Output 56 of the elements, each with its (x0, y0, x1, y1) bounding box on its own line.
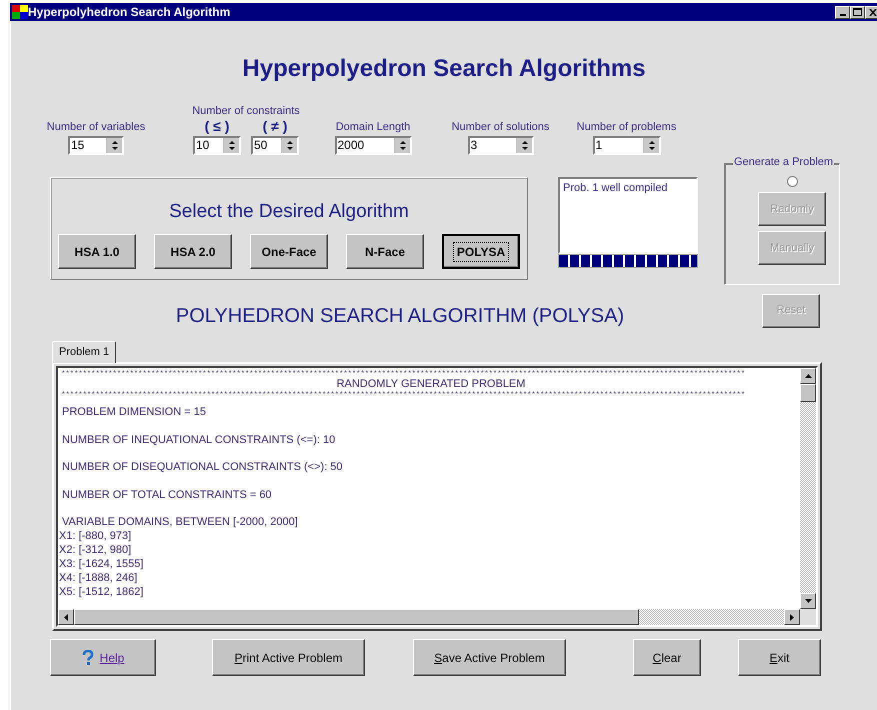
app-heading: Hyperpolyedron Search Algorithms (241, 54, 647, 84)
horizontal-scrollbar[interactable] (58, 609, 800, 625)
right-arrow-icon[interactable] (790, 614, 794, 620)
minimize-button[interactable] (835, 6, 850, 18)
spin-box[interactable]: 3 (468, 136, 534, 155)
field-label: Number of problems (576, 121, 676, 134)
scroll-thumb[interactable] (800, 384, 816, 402)
action-button[interactable]: Print Active Problem (212, 639, 365, 676)
algorithm-button[interactable]: One-Face (250, 234, 328, 269)
vertical-scrollbar[interactable] (800, 368, 816, 609)
spin-box[interactable]: 2000 (334, 136, 412, 155)
up-arrow-icon[interactable] (804, 374, 812, 378)
algorithm-title: POLYHEDRON SEARCH ALGORITHM (POLYSA) (174, 304, 626, 328)
algorithm-button[interactable]: HSA 1.0 (58, 234, 136, 269)
field-label: Number of variables (46, 121, 146, 134)
output-line: NUMBER OF DISEQUATIONAL CONSTRAINTS (<>): 50 (62, 460, 344, 474)
algorithm-button[interactable]: N-Face (346, 234, 424, 269)
maximize-icon (853, 8, 862, 16)
window-title: Hyperpolyhedron Search Algorithm (28, 4, 230, 21)
action-button[interactable]: Clear (633, 639, 701, 676)
tab[interactable]: Problem 1 (52, 341, 116, 363)
action-button[interactable]: Exit (738, 639, 821, 676)
left-arrow-icon[interactable] (64, 614, 68, 620)
panel-title: Select the Desired Algorithm (169, 200, 409, 224)
action-button[interactable]: Save Active Problem (413, 639, 566, 676)
list-item: Prob. 1 well compiled (563, 181, 669, 196)
field-label: ( ≠ ) (262, 118, 288, 134)
spin-box[interactable]: 1 (592, 136, 660, 155)
maximize-button[interactable] (850, 6, 865, 18)
spin-box[interactable]: 50 (251, 136, 299, 155)
close-button[interactable] (865, 6, 877, 18)
output-line: NUMBER OF TOTAL CONSTRAINTS = 60 (62, 488, 273, 502)
output-line: PROBLEM DIMENSION = 15 (62, 405, 207, 419)
output-line: X2: [-312, 980] (59, 543, 132, 557)
field-label: Number of constraints (192, 105, 300, 118)
help-button[interactable]: Help (50, 639, 156, 676)
output-heading: RANDOMLY GENERATED PROBLEM (336, 377, 526, 391)
output-line: X3: [-1624, 1555] (59, 557, 144, 571)
field-label: Number of solutions (452, 121, 550, 134)
radio-button[interactable] (786, 176, 798, 187)
app-icon (12, 5, 28, 19)
field-label: ( ≤ ) (204, 118, 230, 134)
help-icon (82, 650, 94, 666)
field-label: Domain Length (336, 121, 410, 134)
scroll-thumb[interactable] (74, 609, 639, 625)
spin-box[interactable]: 10 (193, 136, 241, 155)
output-line: X4: [-1888, 246] (59, 571, 138, 585)
output-line: VARIABLE DOMAINS, BETWEEN [-2000, 2000] (62, 515, 299, 529)
output-line: X1: [-880, 973] (59, 529, 132, 543)
output-line: X5: [-1512, 1862] (59, 585, 144, 599)
down-arrow-icon[interactable] (804, 599, 812, 603)
algorithm-button[interactable]: POLYSA (442, 234, 520, 269)
spin-box[interactable]: 15 (68, 136, 124, 155)
output-line: NUMBER OF INEQUATIONAL CONSTRAINTS (<=): 10 (62, 432, 336, 446)
close-icon (868, 8, 876, 16)
algorithm-button[interactable]: HSA 2.0 (154, 234, 232, 269)
